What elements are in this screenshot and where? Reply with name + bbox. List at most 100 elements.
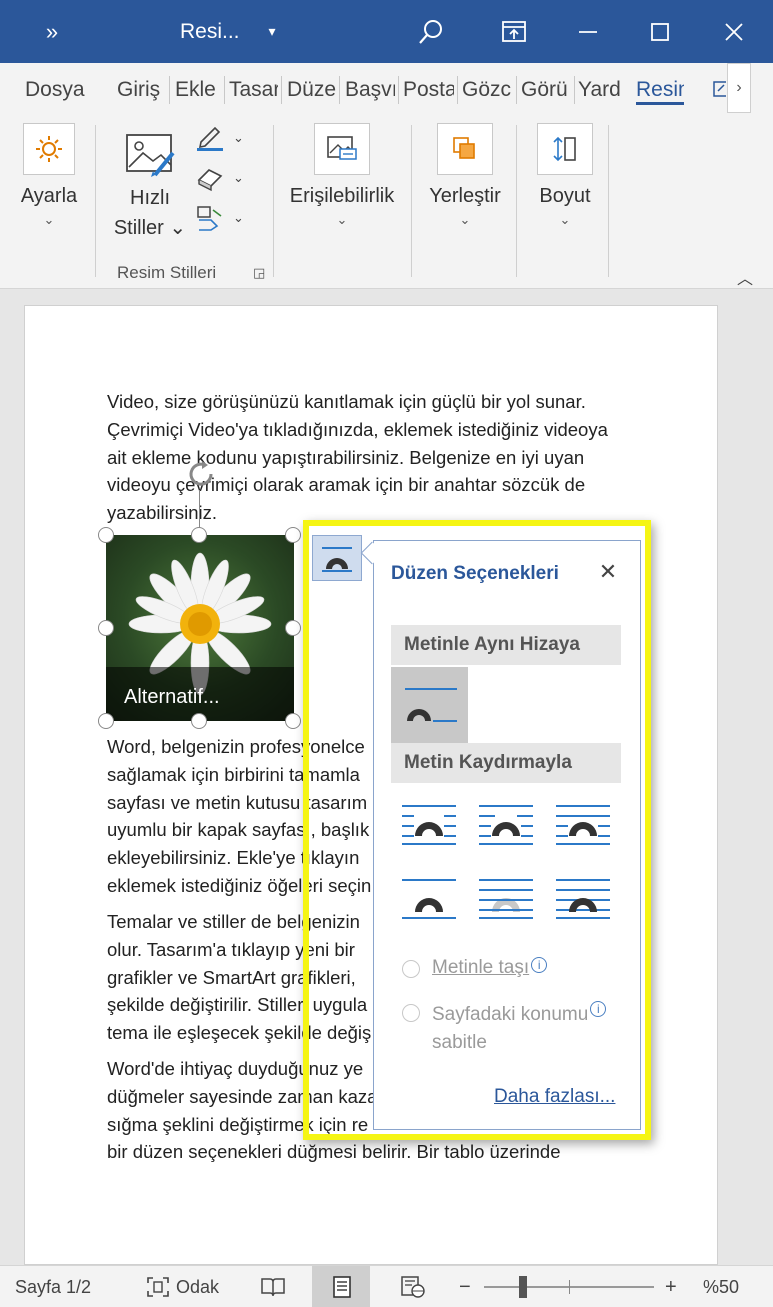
chevron-down-icon: ⌄: [233, 130, 244, 145]
radio-button[interactable]: [402, 1004, 420, 1022]
quick-access-overflow-button[interactable]: »: [30, 0, 74, 63]
picture-border-button[interactable]: ⌄: [195, 123, 247, 153]
see-more-link[interactable]: Daha fazlası...: [494, 1086, 615, 1108]
quick-styles-button[interactable]: Hızlı Stiller ⌄: [110, 131, 190, 243]
zoom-in-button[interactable]: +: [665, 1266, 677, 1307]
fix-position-option[interactable]: Sayfadaki konumu i sabitle: [402, 1001, 607, 1057]
zoom-slider-midmark: [569, 1280, 570, 1294]
focus-label: Odak: [176, 1276, 220, 1297]
ribbon: Ayarla ⌄ Hızlı Stiller ⌄ ⌄ ⌄ ⌄ Resim Sti…: [0, 113, 773, 289]
read-mode-icon[interactable]: [260, 1266, 286, 1307]
image-alt-text[interactable]: Alternatif...: [124, 686, 220, 709]
picture-styles-group-label: Resim Stilleri: [117, 263, 217, 282]
info-icon[interactable]: i: [531, 957, 548, 973]
alt-text-icon: [314, 123, 370, 175]
resize-handle[interactable]: [285, 527, 301, 543]
resize-handle[interactable]: [191, 713, 207, 729]
tab-home[interactable]: Giriş: [117, 63, 165, 113]
title-dropdown-caret[interactable]: ▾: [262, 0, 282, 63]
document-title[interactable]: Resi...: [180, 0, 260, 63]
tab-help[interactable]: Yard: [578, 63, 626, 113]
adjust-button[interactable]: Ayarla ⌄: [16, 123, 82, 229]
display-options-icon[interactable]: [485, 0, 543, 63]
share-icon[interactable]: [712, 77, 726, 99]
search-icon[interactable]: [402, 0, 460, 63]
text-line: Video, size görüşünüzü kanıtlamak için g…: [107, 391, 586, 412]
inline-with-text-option[interactable]: [391, 667, 468, 743]
close-icon[interactable]: ✕: [597, 559, 619, 585]
wrap-through-icon: [556, 805, 610, 845]
wrap-behind-text-option[interactable]: [475, 873, 537, 923]
picture-layout-icon: [197, 206, 222, 231]
tab-mailings[interactable]: Posta: [403, 63, 454, 113]
wrap-section-heading: Metin Kaydırmayla: [391, 743, 621, 783]
move-with-text-option[interactable]: Metinle taşı i: [402, 957, 548, 979]
wrap-behind-text-icon: [479, 879, 533, 919]
ribbon-tabs: Dosya Giriş Ekle Tasar Düze Başvı Posta …: [0, 63, 773, 113]
layout-options-popup: Düzen Seçenekleri ✕ Metinle Aynı Hizaya …: [373, 540, 641, 1130]
selected-image[interactable]: Alternatif...: [106, 535, 294, 721]
popup-title: Düzen Seçenekleri: [391, 563, 559, 584]
text-line: bir düzen seçenekleri düğmesi belirir. B…: [107, 1141, 561, 1163]
page-count[interactable]: Sayfa 1/2: [15, 1266, 91, 1307]
resize-handle[interactable]: [98, 527, 114, 543]
wrap-tight-option[interactable]: [475, 799, 537, 849]
quick-styles-label-2: Stiller ⌄: [113, 217, 187, 239]
tab-scroll-right-icon[interactable]: ›: [727, 63, 751, 113]
web-layout-icon[interactable]: [400, 1266, 426, 1307]
tab-file[interactable]: Dosya: [25, 63, 91, 113]
fix-position-label: Sayfadaki konumu: [432, 1004, 589, 1025]
zoom-level[interactable]: %50: [703, 1266, 739, 1307]
tab-insert[interactable]: Ekle: [175, 63, 222, 113]
resize-handle[interactable]: [285, 713, 301, 729]
wrap-through-option[interactable]: [552, 799, 614, 849]
arrange-button[interactable]: Yerleştir ⌄: [422, 123, 508, 229]
fix-position-label-2: sabitle: [432, 1032, 487, 1053]
focus-mode-button[interactable]: Odak: [146, 1266, 219, 1307]
close-icon[interactable]: [705, 0, 763, 63]
chevron-down-icon: ⌄: [459, 212, 471, 227]
layout-options-button[interactable]: [312, 535, 362, 581]
tab-layout[interactable]: Düze: [287, 63, 336, 113]
zoom-out-button[interactable]: −: [459, 1266, 471, 1307]
radio-button[interactable]: [402, 960, 420, 978]
zoom-slider-thumb[interactable]: [519, 1276, 527, 1298]
tab-view[interactable]: Görü: [521, 63, 571, 113]
tab-picture-format[interactable]: Resim: [636, 63, 684, 113]
accessibility-button[interactable]: Erişilebilirlik ⌄: [282, 123, 402, 229]
pen-icon: [197, 126, 223, 151]
inline-section-heading: Metinle Aynı Hizaya: [391, 625, 621, 665]
resize-handle[interactable]: [98, 620, 114, 636]
collapse-ribbon-icon[interactable]: ︿: [737, 265, 753, 289]
status-bar: Sayfa 1/2 Odak − + %50: [0, 1265, 773, 1307]
wrap-in-front-icon: [556, 879, 610, 919]
title-bar: » Resi... ▾: [0, 0, 773, 63]
layout-options-icon: [322, 547, 352, 572]
adjust-label: Ayarla: [20, 185, 78, 207]
arrange-icon: [437, 123, 493, 175]
resize-handle[interactable]: [285, 620, 301, 636]
rotate-handle-icon[interactable]: [185, 458, 217, 490]
wrap-top-bottom-option[interactable]: [398, 873, 460, 923]
chevron-down-icon: ⌄: [233, 170, 244, 185]
resize-handle[interactable]: [98, 713, 114, 729]
chevron-down-icon: ⌄: [43, 212, 55, 227]
tab-references[interactable]: Başvı: [345, 63, 395, 113]
picture-effects-button[interactable]: ⌄: [195, 163, 247, 193]
tab-design[interactable]: Tasar: [229, 63, 278, 113]
minimize-icon[interactable]: [559, 0, 617, 63]
arrange-label: Yerleştir: [429, 185, 501, 207]
sun-icon: [23, 123, 75, 175]
size-icon: [537, 123, 593, 175]
picture-styles-icon: [121, 131, 179, 179]
info-icon[interactable]: i: [590, 1001, 607, 1017]
resize-handle[interactable]: [191, 527, 207, 543]
maximize-icon[interactable]: [631, 0, 689, 63]
size-button[interactable]: Boyut ⌄: [530, 123, 600, 229]
tab-review[interactable]: Gözc: [462, 63, 513, 113]
picture-layout-button[interactable]: ⌄: [195, 203, 247, 233]
print-layout-icon[interactable]: [330, 1266, 354, 1307]
dialog-launcher-icon[interactable]: ◲: [253, 265, 265, 281]
wrap-square-option[interactable]: [398, 799, 460, 849]
wrap-in-front-option[interactable]: [552, 873, 614, 923]
